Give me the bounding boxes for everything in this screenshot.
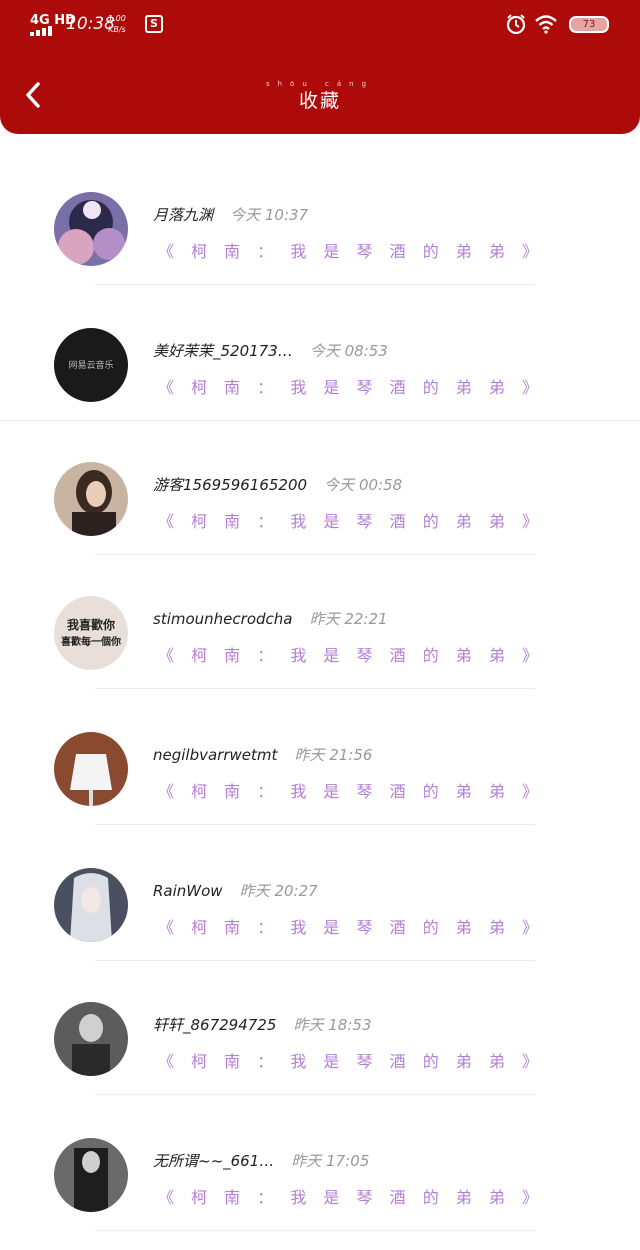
- list-item[interactable]: RainWow 昨天 20:27 《 柯 南 ： 我 是 琴 酒 的 弟 弟 》: [0, 810, 640, 961]
- user-name[interactable]: 轩轩_867294725: [153, 1016, 276, 1034]
- name-line: stimounhecrodcha 昨天 22:21: [153, 608, 388, 634]
- avatar-caption: 喜歡每一個你: [61, 635, 121, 648]
- user-name[interactable]: 无所谓~~_661…: [153, 1152, 274, 1170]
- name-line: 月落九渊 今天 10:37: [153, 204, 308, 230]
- speed-unit: KB/s: [108, 25, 126, 34]
- app-notification-icon: S: [145, 15, 163, 33]
- status-bar: 4G HD 10:38 1.00 KB/s S 73: [0, 0, 640, 50]
- battery-icon: 73: [569, 16, 609, 33]
- list-item[interactable]: 游客1569596165200 今天 00:58 《 柯 南 ： 我 是 琴 酒…: [0, 404, 640, 555]
- timestamp: 昨天 17:05: [291, 1152, 370, 1170]
- timestamp: 今天 00:58: [324, 476, 403, 494]
- novel-title-link[interactable]: 《 柯 南 ： 我 是 琴 酒 的 弟 弟 》: [158, 1184, 544, 1208]
- network-speed: 1.00 KB/s: [108, 13, 126, 35]
- user-name[interactable]: 游客1569596165200: [153, 476, 307, 494]
- list-item[interactable]: negilbvarrwetmt 昨天 21:56 《 柯 南 ： 我 是 琴 酒…: [0, 674, 640, 825]
- novel-title-link[interactable]: 《 柯 南 ： 我 是 琴 酒 的 弟 弟 》: [158, 1048, 544, 1072]
- avatar[interactable]: 我喜歡你 喜歡每一個你: [54, 596, 128, 670]
- name-line: 游客1569596165200 今天 00:58: [153, 474, 402, 500]
- avatar-caption: 我喜歡你: [67, 617, 115, 632]
- list-item[interactable]: 我喜歡你 喜歡每一個你 stimounhecrodcha 昨天 22:21 《 …: [0, 538, 640, 689]
- novel-title-link[interactable]: 《 柯 南 ： 我 是 琴 酒 的 弟 弟 》: [158, 374, 544, 398]
- avatar-caption: 网易云音乐: [68, 359, 113, 371]
- wifi-icon: [535, 15, 557, 34]
- user-name[interactable]: negilbvarrwetmt: [153, 746, 277, 764]
- timestamp: 昨天 18:53: [293, 1016, 372, 1034]
- signal-icon: [30, 26, 58, 36]
- novel-title-link[interactable]: 《 柯 南 ： 我 是 琴 酒 的 弟 弟 》: [158, 238, 544, 262]
- user-name[interactable]: 美好茉茉_520173…: [153, 342, 293, 360]
- avatar[interactable]: [54, 1138, 128, 1212]
- novel-title-link[interactable]: 《 柯 南 ： 我 是 琴 酒 的 弟 弟 》: [158, 778, 544, 802]
- timestamp: 昨天 20:27: [239, 882, 318, 900]
- timestamp: 昨天 21:56: [294, 746, 373, 764]
- timestamp: 今天 08:53: [309, 342, 388, 360]
- user-name[interactable]: stimounhecrodcha: [153, 610, 292, 628]
- timestamp: 今天 10:37: [230, 206, 309, 224]
- favorites-list: 月落九渊 今天 10:37 《 柯 南 ： 我 是 琴 酒 的 弟 弟 》 网易…: [0, 134, 640, 1250]
- name-line: negilbvarrwetmt 昨天 21:56: [153, 744, 372, 770]
- avatar[interactable]: [54, 1002, 128, 1076]
- name-line: 美好茉茉_520173… 今天 08:53: [153, 340, 388, 366]
- user-name[interactable]: 月落九渊: [153, 206, 213, 224]
- novel-title-link[interactable]: 《 柯 南 ： 我 是 琴 酒 的 弟 弟 》: [158, 914, 544, 938]
- avatar[interactable]: [54, 732, 128, 806]
- avatar[interactable]: [54, 462, 128, 536]
- speed-value: 1.00: [108, 14, 126, 23]
- avatar[interactable]: [54, 868, 128, 942]
- app-header: 4G HD 10:38 1.00 KB/s S 73 shōu cáng 收藏: [0, 0, 640, 134]
- list-item[interactable]: 轩轩_867294725 昨天 18:53 《 柯 南 ： 我 是 琴 酒 的 …: [0, 944, 640, 1095]
- avatar[interactable]: [54, 192, 128, 266]
- name-line: RainWow 昨天 20:27: [153, 880, 318, 906]
- name-line: 轩轩_867294725 昨天 18:53: [153, 1014, 372, 1040]
- list-item[interactable]: 网易云音乐 美好茉茉_520173… 今天 08:53 《 柯 南 ： 我 是 …: [0, 270, 640, 421]
- timestamp: 昨天 22:21: [309, 610, 388, 628]
- alarm-icon: [506, 14, 526, 35]
- user-name[interactable]: RainWow: [153, 882, 223, 900]
- page-title: 收藏: [298, 90, 341, 112]
- list-item[interactable]: 月落九渊 今天 10:37 《 柯 南 ： 我 是 琴 酒 的 弟 弟 》: [0, 134, 640, 285]
- list-item[interactable]: 无所谓~~_661… 昨天 17:05 《 柯 南 ： 我 是 琴 酒 的 弟 …: [0, 1080, 640, 1231]
- divider: [95, 1230, 535, 1231]
- novel-title-link[interactable]: 《 柯 南 ： 我 是 琴 酒 的 弟 弟 》: [158, 508, 544, 532]
- avatar[interactable]: 网易云音乐: [54, 328, 128, 402]
- novel-title-link[interactable]: 《 柯 南 ： 我 是 琴 酒 的 弟 弟 》: [158, 642, 544, 666]
- name-line: 无所谓~~_661… 昨天 17:05: [153, 1150, 369, 1176]
